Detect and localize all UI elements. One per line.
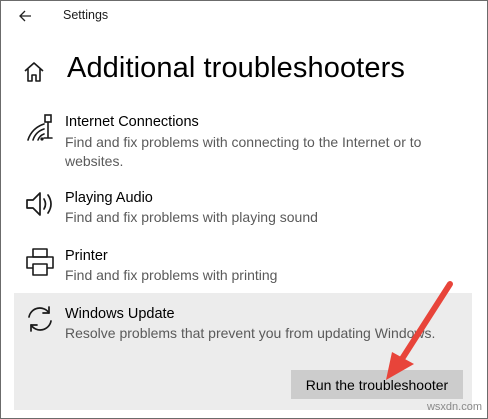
item-name: Windows Update	[65, 306, 175, 322]
troubleshooter-playing-audio[interactable]: Playing Audio Find and fix problems with…	[14, 186, 472, 232]
app-title: Settings	[63, 8, 109, 22]
wifi-ethernet-icon	[27, 114, 53, 141]
home-button[interactable]	[22, 60, 46, 84]
troubleshooter-internet-connections[interactable]: Internet Connections Find and fix proble…	[14, 110, 472, 170]
printer-icon	[26, 248, 54, 276]
item-name: Internet Connections	[65, 114, 199, 130]
back-button[interactable]	[14, 5, 36, 27]
troubleshooter-printer[interactable]: Printer Find and fix problems with print…	[14, 244, 472, 290]
item-name: Printer	[65, 248, 108, 264]
run-troubleshooter-button[interactable]: Run the troubleshooter	[291, 370, 463, 399]
watermark: wsxdn.com	[426, 401, 482, 413]
title-bar: Settings	[0, 0, 488, 32]
item-description: Find and fix problems with connecting to…	[65, 134, 422, 169]
item-description: Find and fix problems with playing sound	[65, 209, 318, 225]
item-description: Resolve problems that prevent you from u…	[65, 325, 436, 341]
back-arrow-icon	[19, 10, 31, 22]
item-name: Playing Audio	[65, 190, 153, 206]
home-icon	[24, 62, 44, 82]
sync-icon	[28, 306, 52, 332]
speaker-icon	[26, 192, 52, 216]
item-description: Find and fix problems with printing	[65, 267, 278, 283]
page-title: Additional troubleshooters	[67, 52, 405, 84]
